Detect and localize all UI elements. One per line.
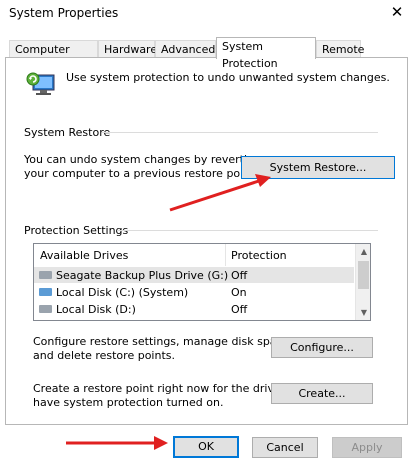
annotation-arrow-icon	[62, 434, 172, 454]
drive-row[interactable]: Seagate Backup Plus Drive (G:) Off	[34, 268, 354, 283]
apply-button[interactable]: Apply	[332, 437, 402, 458]
annotation-arrow-icon	[165, 170, 275, 215]
configure-description-line1: Configure restore settings, manage disk …	[33, 335, 293, 348]
column-header-drives[interactable]: Available Drives	[40, 249, 128, 262]
group-divider	[102, 132, 378, 133]
system-restore-description-line1: You can undo system changes by reverting	[24, 153, 261, 166]
drive-row[interactable]: Local Disk (C:) (System) On	[34, 285, 354, 300]
tab-content-panel	[5, 57, 408, 425]
window-title: System Properties	[9, 6, 119, 20]
drive-icon	[39, 271, 52, 279]
column-header-protection[interactable]: Protection	[231, 249, 287, 262]
drive-name: Local Disk (C:) (System)	[56, 286, 189, 299]
create-button[interactable]: Create...	[271, 383, 373, 404]
tab-advanced[interactable]: Advanced	[155, 40, 216, 57]
system-protection-icon	[25, 68, 57, 100]
drive-protection-status: Off	[231, 269, 248, 282]
tab-hardware[interactable]: Hardware	[98, 40, 157, 57]
intro-text: Use system protection to undo unwanted s…	[66, 71, 390, 84]
create-description-line2: have system protection turned on.	[33, 396, 224, 409]
system-restore-group-label: System Restore	[24, 126, 111, 139]
drive-protection-status: Off	[231, 303, 248, 316]
group-divider	[117, 230, 378, 231]
ok-button[interactable]: OK	[173, 436, 239, 458]
cancel-button[interactable]: Cancel	[252, 437, 318, 458]
drive-name: Local Disk (D:)	[56, 303, 136, 316]
drives-listview[interactable]: Available Drives Protection Seagate Back…	[33, 243, 371, 321]
scroll-down-icon[interactable]: ▼	[356, 308, 370, 317]
drive-icon	[39, 305, 52, 313]
close-icon[interactable]: ✕	[388, 3, 406, 21]
column-separator[interactable]	[225, 244, 226, 266]
tab-system-protection[interactable]: System Protection	[216, 37, 316, 70]
configure-button[interactable]: Configure...	[271, 337, 373, 358]
list-header: Available Drives Protection	[34, 244, 354, 268]
system-drive-icon	[39, 288, 52, 296]
drive-protection-status: On	[231, 286, 247, 299]
protection-settings-group-label: Protection Settings	[24, 224, 129, 237]
list-scrollbar[interactable]: ▲ ▼	[355, 244, 370, 320]
tab-computer-name[interactable]: Computer Name	[9, 40, 98, 73]
drive-row[interactable]: Local Disk (D:) Off	[34, 302, 354, 317]
scroll-thumb[interactable]	[358, 261, 369, 289]
configure-description-line2: and delete restore points.	[33, 349, 175, 362]
tab-remote[interactable]: Remote	[316, 40, 364, 57]
scroll-up-icon[interactable]: ▲	[356, 247, 370, 256]
drive-name: Seagate Backup Plus Drive (G:)	[56, 269, 229, 282]
